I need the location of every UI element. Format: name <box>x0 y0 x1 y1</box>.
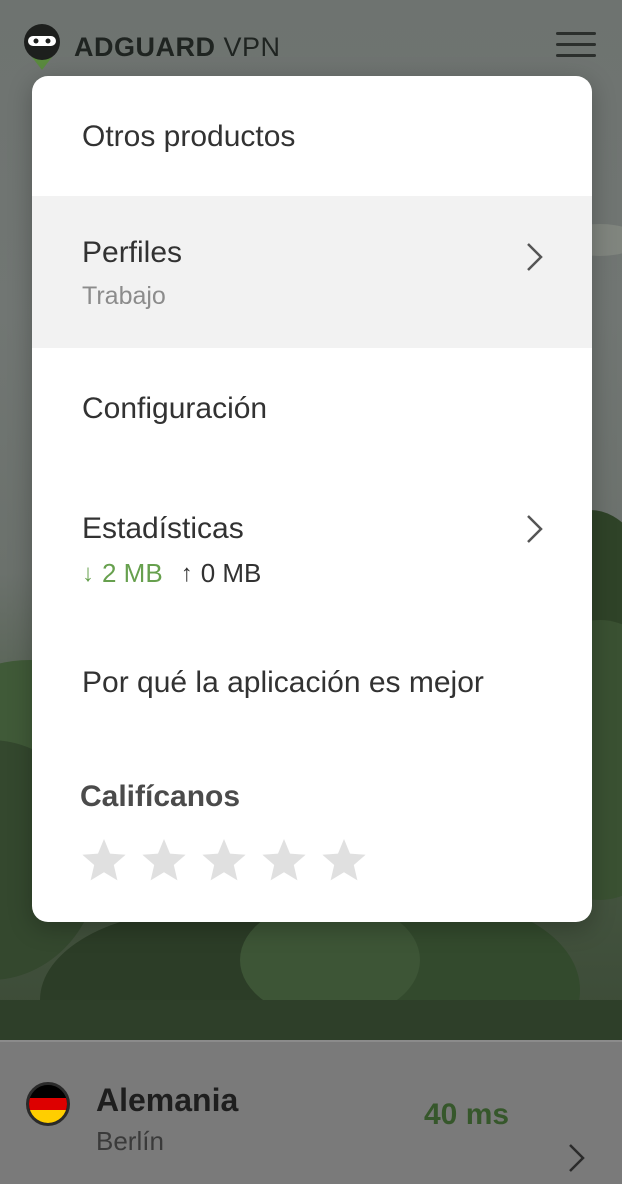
arrow-down-icon: ↓ <box>82 559 94 587</box>
hamburger-icon[interactable] <box>556 32 596 62</box>
location-country: Alemania <box>96 1082 239 1118</box>
star-rating <box>80 836 380 884</box>
download-stat: ↓ 2 MB <box>82 558 163 589</box>
upload-value: 0 MB <box>200 558 262 588</box>
star-icon[interactable] <box>80 836 128 884</box>
menu-item-label: Por qué la aplicación es mejor <box>82 666 484 699</box>
star-icon[interactable] <box>320 836 368 884</box>
menu-item-settings[interactable]: Configuración <box>32 348 592 468</box>
menu-item-profiles[interactable]: Perfiles Trabajo <box>32 196 592 348</box>
chevron-right-icon <box>569 1144 585 1172</box>
menu-item-label: Perfiles <box>82 236 183 269</box>
brand-light: VPN <box>223 31 281 62</box>
current-profile: Trabajo <box>82 282 166 310</box>
menu-item-label: Configuración <box>82 392 268 425</box>
traffic-summary: ↓ 2 MB ↑ 0 MB <box>82 558 261 589</box>
germany-flag-icon <box>26 1082 70 1126</box>
chevron-right-icon <box>527 243 543 271</box>
star-icon[interactable] <box>140 836 188 884</box>
chevron-right-icon <box>527 515 543 543</box>
arrow-up-icon: ↑ <box>180 559 193 587</box>
location-selector[interactable]: Alemania Berlín 40 ms <box>0 1040 622 1184</box>
star-icon[interactable] <box>260 836 308 884</box>
download-value: 2 MB <box>102 558 163 588</box>
upload-stat: ↑ 0 MB <box>181 558 262 589</box>
adguard-ninja-icon <box>24 24 60 70</box>
rate-us-section: Califícanos <box>32 772 592 922</box>
app-logo: ADGUARD VPN <box>22 22 281 72</box>
ping-value: 40 ms <box>424 1098 510 1131</box>
main-menu: Otros productos Perfiles Trabajo Configu… <box>32 76 592 922</box>
brand-bold: ADGUARD <box>74 31 216 62</box>
star-icon[interactable] <box>200 836 248 884</box>
menu-item-statistics[interactable]: Estadísticas ↓ 2 MB ↑ 0 MB <box>32 468 592 638</box>
menu-item-label: Otros productos <box>82 120 296 153</box>
menu-item-why-better[interactable]: Por qué la aplicación es mejor <box>32 638 592 738</box>
rate-title: Califícanos <box>80 780 241 813</box>
menu-item-other-products[interactable]: Otros productos <box>32 76 592 196</box>
location-city: Berlín <box>96 1126 164 1156</box>
brand-name: ADGUARD VPN <box>74 32 281 63</box>
menu-item-label: Estadísticas <box>82 512 244 545</box>
